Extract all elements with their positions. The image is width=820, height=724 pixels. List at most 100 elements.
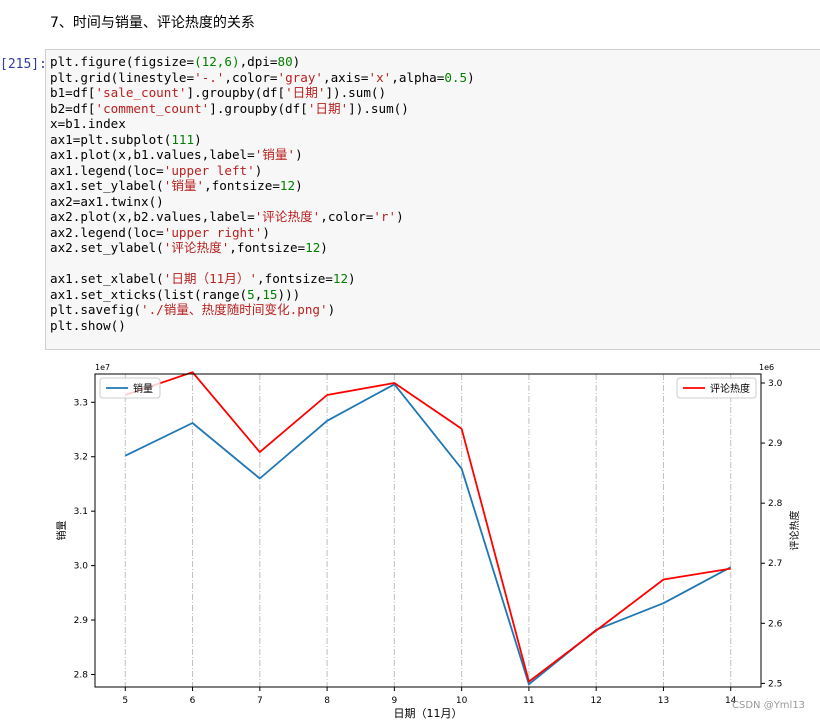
section-heading: 7、时间与销量、评论热度的关系 <box>50 15 255 31</box>
code-line: ax2.set_ylabel('评论热度',fontsize=12) <box>50 240 328 255</box>
code-string-token: 'r' <box>373 209 397 224</box>
code-token: ax1.set_xticks(list(range( <box>50 286 248 302</box>
watermark: CSDN @Yml13 <box>732 700 806 711</box>
code-line: plt.show() <box>50 318 126 333</box>
code-token: ,dpi= <box>239 54 278 69</box>
code-line: ax2.plot(x,b2.values,label='评论热度',color=… <box>50 209 404 224</box>
left-y-tick-label: 3.3 <box>74 398 88 408</box>
right-axis-offset-text: 1e6 <box>759 363 774 372</box>
line-chart: 5 6 7 8 9 10 11 12 13 142.82.93.03.13.23.32.52.62… <box>55 363 801 720</box>
code-token: ax1.set_xlabel( <box>50 271 164 286</box>
code-string-token: '日期' <box>307 100 349 116</box>
code-token: ,fontsize= <box>229 240 306 255</box>
code-token: ax2.plot(x,b2.values,label= <box>50 209 255 224</box>
code-string-token: 'sale_count' <box>95 85 187 100</box>
code-number-token: 111 <box>171 131 195 147</box>
code-token: ) <box>295 147 303 162</box>
right-y-tick-label: 2.9 <box>768 439 783 449</box>
x-tick-label: 9 <box>391 696 397 706</box>
code-number-token: 0.5 <box>444 69 468 85</box>
left-y-tick-label: 2.9 <box>74 616 89 626</box>
code-line: ax1.legend(loc='upper left') <box>50 163 262 178</box>
code-token: ,axis= <box>322 69 369 85</box>
legend-right-label: 评论热度 <box>710 382 750 395</box>
code-token: ax1.set_ylabel( <box>50 178 164 193</box>
right-y-tick-label: 2.7 <box>768 559 782 569</box>
x-tick-label: 10 <box>456 696 468 706</box>
code-string-token: '-.' <box>194 69 225 85</box>
code-token: ax2.legend(loc= <box>50 224 164 240</box>
x-tick-label: 7 <box>257 696 263 706</box>
code-token: ) <box>396 209 404 224</box>
right-y-tick-label: 2.6 <box>768 619 783 629</box>
code-token: plt.savefig( <box>50 302 141 317</box>
x-tick-label: 11 <box>523 696 534 706</box>
code-token: ].groupby(df[ <box>186 85 286 100</box>
code-number-token: 12 <box>279 178 296 193</box>
code-token: ) <box>467 69 475 85</box>
code-line: ax2=ax1.twinx() <box>50 194 164 209</box>
code-token: ) <box>262 224 270 240</box>
left-y-tick-label: 2.8 <box>74 670 89 680</box>
x-tick-label: 12 <box>590 696 601 706</box>
code-string-token: 'upper left' <box>163 162 255 178</box>
code-token: ]).sum() <box>348 100 409 116</box>
code-token: ) <box>295 178 303 193</box>
code-token: ax2=ax1.twinx() <box>50 193 164 209</box>
code-token: ))) <box>277 286 301 302</box>
x-tick-label: 13 <box>658 696 669 706</box>
code-token: plt.show() <box>50 317 126 333</box>
cell-output: 5 6 7 8 9 10 11 12 13 14 2.8 2.9 3.0 3.1 3.2 3.3 2.5 2.6 2… <box>45 360 820 720</box>
code-string-token: '销量' <box>163 178 205 193</box>
cell-prompt: [215]: <box>0 57 47 72</box>
code-number-token: 12 <box>332 271 349 286</box>
code-number-token: 80 <box>277 54 293 69</box>
code-string-token: '评论热度' <box>163 240 230 255</box>
code-string-token: '评论热度' <box>254 209 321 224</box>
code-line: x=b1.index <box>50 116 126 131</box>
code-line: ax1.plot(x,b1.values,label='销量') <box>50 147 303 162</box>
code-token: ) <box>320 240 328 255</box>
code-token: plt.grid(linestyle= <box>50 69 195 85</box>
code-token: ) <box>292 54 301 69</box>
code-line: plt.grid(linestyle='-.',color='gray',axi… <box>50 70 475 85</box>
code-token: ) <box>348 271 356 286</box>
code-token: ax1.legend(loc= <box>50 162 164 178</box>
code-string-token: '日期' <box>285 85 326 100</box>
x-tick-label: 6 <box>190 696 196 706</box>
code-token: ax2.set_ylabel( <box>50 240 164 255</box>
left-axis-offset-text: 1e7 <box>95 363 110 372</box>
code-token: ].groupby(df[ <box>209 100 308 116</box>
code-line: plt.savefig('./销量、热度随时间变化.png') <box>50 302 335 317</box>
code-token: ) <box>254 162 263 178</box>
code-line: b2=df['comment_count'].groupby(df['日期'])… <box>50 101 409 116</box>
code-line: plt.figure(figsize=(12,6),dpi=80) <box>50 54 300 69</box>
code-number-token: 12 <box>305 240 321 255</box>
code-token: b1=df[ <box>50 85 96 100</box>
code-string-token: '日期（11月）' <box>163 271 258 286</box>
code-token: ax1.plot(x,b1.values,label= <box>50 147 255 162</box>
code-token: b2=df[ <box>50 100 96 116</box>
x-tick-label: 8 <box>324 696 330 706</box>
code-line: ax1.set_xticks(list(range(5,15))) <box>50 287 300 302</box>
right-y-tick-label: 2.5 <box>768 679 782 689</box>
code-token: ,alpha= <box>391 69 445 85</box>
right-y-tick-label: 2.8 <box>768 499 783 509</box>
code-token: ) <box>327 302 336 317</box>
code-token: ]).sum() <box>325 85 387 100</box>
code-number-token: 5 <box>247 286 255 302</box>
code-string-token: 'gray' <box>277 69 323 85</box>
code-line: ax2.legend(loc='upper right') <box>50 225 270 240</box>
code-token: ) <box>194 131 202 147</box>
x-axis-label: 日期（11月） <box>394 707 463 720</box>
code-token: ,fontsize= <box>204 178 280 193</box>
code-cell[interactable]: plt.figure(figsize=(12,6),dpi=80) plt.gri… <box>45 49 820 350</box>
code-token: ,color= <box>320 209 374 224</box>
code-token: ,fontsize= <box>257 271 333 286</box>
right-y-axis-label: 评论热度 <box>788 511 801 551</box>
code-token: plt.figure(figsize= <box>50 54 195 69</box>
left-y-tick-label: 3.2 <box>74 453 88 463</box>
code-string-token: 'comment_count' <box>95 100 210 116</box>
code-string-token: './销量、热度随时间变化.png' <box>141 302 328 317</box>
code-string-token: 'upper right' <box>163 224 263 240</box>
